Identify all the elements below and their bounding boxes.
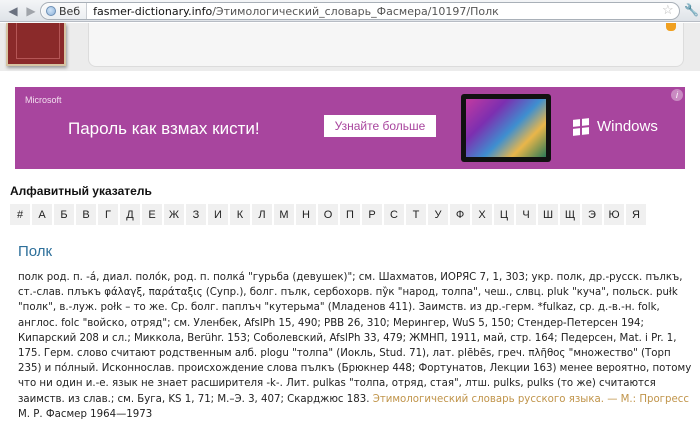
alphabet-letter[interactable]: О [318,204,338,225]
ad-info-icon[interactable]: i [671,89,683,101]
alphabet-letter[interactable]: Р [362,204,382,225]
alphabet-letter[interactable]: Г [98,204,118,225]
browser-toolbar: ◀ ▶ Веб fasmer-dictionary.info/Этимологи… [0,0,700,22]
site-header [0,23,700,71]
entry-line: Кипарский 208 и сл.; Миккола, Berühr. 15… [18,332,677,344]
url-path: /Этимологический_словарь_Фасмера/10197/П… [212,4,499,18]
entry-line-last: заимств. из слав.; см. Буга, KS 1, 71; М… [18,393,370,405]
alphabet-letter[interactable]: М [274,204,294,225]
alphabet-letter[interactable]: Н [296,204,316,225]
header-panel [88,23,684,67]
entry-line: "полк", в.-луж. połk – то же. Ср. болг. … [18,302,660,314]
alphabet-title: Алфавитный указатель [10,184,152,198]
alphabet-letter[interactable]: Ж [164,204,184,225]
alphabet-index: # А Б В Г Д Е Ж З И К Л М Н О П Р С Т У Ф Х Ц Ч Ш Щ Э Ю Я [10,204,660,226]
ad-headline: Пароль как взмах кисти! [68,119,260,138]
forward-icon[interactable]: ▶ [22,2,40,20]
alphabet-letter[interactable]: З [186,204,206,225]
entry-line: англос. folc "войско, отряд"; см. Уленбе… [18,317,644,329]
alphabet-letter[interactable]: Х [472,204,492,225]
entry-line: 175. Герм. слово считают родственным алб… [18,348,671,360]
ad-product-name: Windows [597,118,658,135]
alphabet-letter[interactable]: Е [142,204,162,225]
alphabet-letter[interactable]: Ч [516,204,536,225]
alphabet-letter[interactable]: А [32,204,52,225]
entry-line: что ни один и.-е. язык не знает расширит… [18,378,656,390]
entry-line: 235) и по́лный. Исконнослав. происхожден… [18,363,692,375]
entry-line: полк род. п. -á, диал. поло́к, род. п. п… [18,272,683,283]
header-accent [666,23,676,31]
alphabet-letter[interactable]: # [10,204,30,225]
alphabet-letter[interactable]: Б [54,204,74,225]
tab-label: Веб [59,4,81,18]
alphabet-letter[interactable]: Ц [494,204,514,225]
alphabet-letter[interactable]: У [428,204,448,225]
entry-line: заимств. из слав.; см. Буга, KS 1, 71; М… [18,392,689,407]
alphabet-letter[interactable]: Ш [538,204,558,225]
bookmark-star-icon[interactable]: ☆ [662,2,674,18]
wrench-icon[interactable]: 🔧 [684,3,699,17]
back-icon[interactable]: ◀ [4,2,22,20]
entry-text: полк род. п. -á, диал. поло́к, род. п. п… [18,270,692,422]
tablet-image [461,94,551,162]
alphabet-letter[interactable]: Д [120,204,140,225]
url-host: fasmer-dictionary.info [93,4,213,18]
url-text[interactable]: fasmer-dictionary.info/Этимологический_с… [87,5,499,18]
entry-title: Полк [18,243,53,260]
alphabet-letter[interactable]: Л [252,204,272,225]
ad-cta-button[interactable]: Узнайте больше [324,115,436,137]
alphabet-letter[interactable]: В [76,204,96,225]
globe-icon [46,6,56,16]
alphabet-letter[interactable]: Ф [450,204,470,225]
alphabet-letter[interactable]: Т [406,204,426,225]
alphabet-letter[interactable]: К [230,204,250,225]
site-identity-chip[interactable]: Веб [42,3,88,19]
ad-banner[interactable]: Microsoft i Пароль как взмах кисти! Узна… [15,87,685,169]
alphabet-letter[interactable]: П [340,204,360,225]
alphabet-letter[interactable]: С [384,204,404,225]
alphabet-letter[interactable]: Щ [560,204,580,225]
windows-logo-icon [573,118,589,136]
alphabet-letter[interactable]: И [208,204,228,225]
book-logo-icon[interactable] [6,23,66,66]
entry-line: ст.-слав. плъкъ φάλαγξ, παράταξις (Супр.… [18,287,678,299]
alphabet-letter[interactable]: Я [626,204,646,225]
ad-brand: Microsoft [25,95,62,105]
alphabet-letter[interactable]: Э [582,204,602,225]
alphabet-letter[interactable]: Ю [604,204,624,225]
author-line: М. Р. Фасмер 1964—1973 [18,408,153,420]
source-link[interactable]: Этимологический словарь русского языка. … [373,394,689,405]
address-bar[interactable]: Веб fasmer-dictionary.info/Этимологическ… [40,2,680,20]
